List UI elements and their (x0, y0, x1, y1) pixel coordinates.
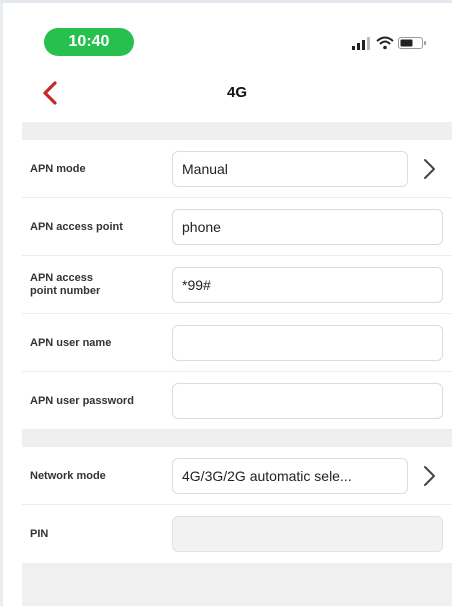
status-bar: 10:40 (22, 8, 452, 64)
nav-bar: 4G (22, 64, 452, 122)
phone-screen: 10:40 4G APN mode Manual APN access poin… (22, 8, 452, 606)
apn-mode-chevron[interactable] (420, 157, 438, 181)
network-mode-row[interactable]: Network mode 4G/3G/2G automatic sele... (22, 447, 452, 505)
apn-access-point-number-label-line2: point number (30, 285, 101, 297)
apn-user-name-label: APN user name (30, 336, 112, 349)
network-mode-label: Network mode (30, 469, 106, 482)
pin-input (172, 516, 443, 552)
status-time: 10:40 (44, 28, 134, 56)
apn-access-point-label: APN access point (30, 220, 123, 233)
apn-access-point-number-label-line1: APN access (30, 272, 93, 284)
status-icons (352, 36, 432, 52)
chevron-right-icon (424, 159, 435, 179)
battery-icon (398, 37, 426, 49)
apn-access-point-number-row: APN access point number *99# (22, 256, 452, 314)
pin-row: PIN (22, 505, 452, 563)
network-mode-select[interactable]: 4G/3G/2G automatic sele... (172, 458, 408, 494)
apn-mode-select[interactable]: Manual (172, 151, 408, 187)
wifi-icon (376, 36, 394, 50)
bottom-area (22, 563, 452, 606)
section-divider (22, 122, 452, 140)
apn-user-password-row: APN user password (22, 372, 452, 430)
apn-mode-label: APN mode (30, 162, 86, 175)
apn-user-password-input[interactable] (172, 383, 443, 419)
apn-user-name-input[interactable] (172, 325, 443, 361)
section-divider (22, 430, 452, 447)
signal-icon (352, 37, 370, 50)
apn-user-name-row: APN user name (22, 314, 452, 372)
page-title: 4G (226, 84, 247, 101)
apn-access-point-input[interactable]: phone (172, 209, 443, 245)
apn-access-point-row: APN access point phone (22, 198, 452, 256)
apn-mode-row[interactable]: APN mode Manual (22, 140, 452, 198)
apn-access-point-number-input[interactable]: *99# (172, 267, 443, 303)
apn-access-point-number-label: APN access point number (30, 256, 170, 314)
pin-label: PIN (30, 527, 49, 540)
apn-user-password-label: APN user password (30, 394, 134, 407)
network-mode-chevron[interactable] (420, 464, 438, 488)
chevron-right-icon (424, 466, 435, 486)
